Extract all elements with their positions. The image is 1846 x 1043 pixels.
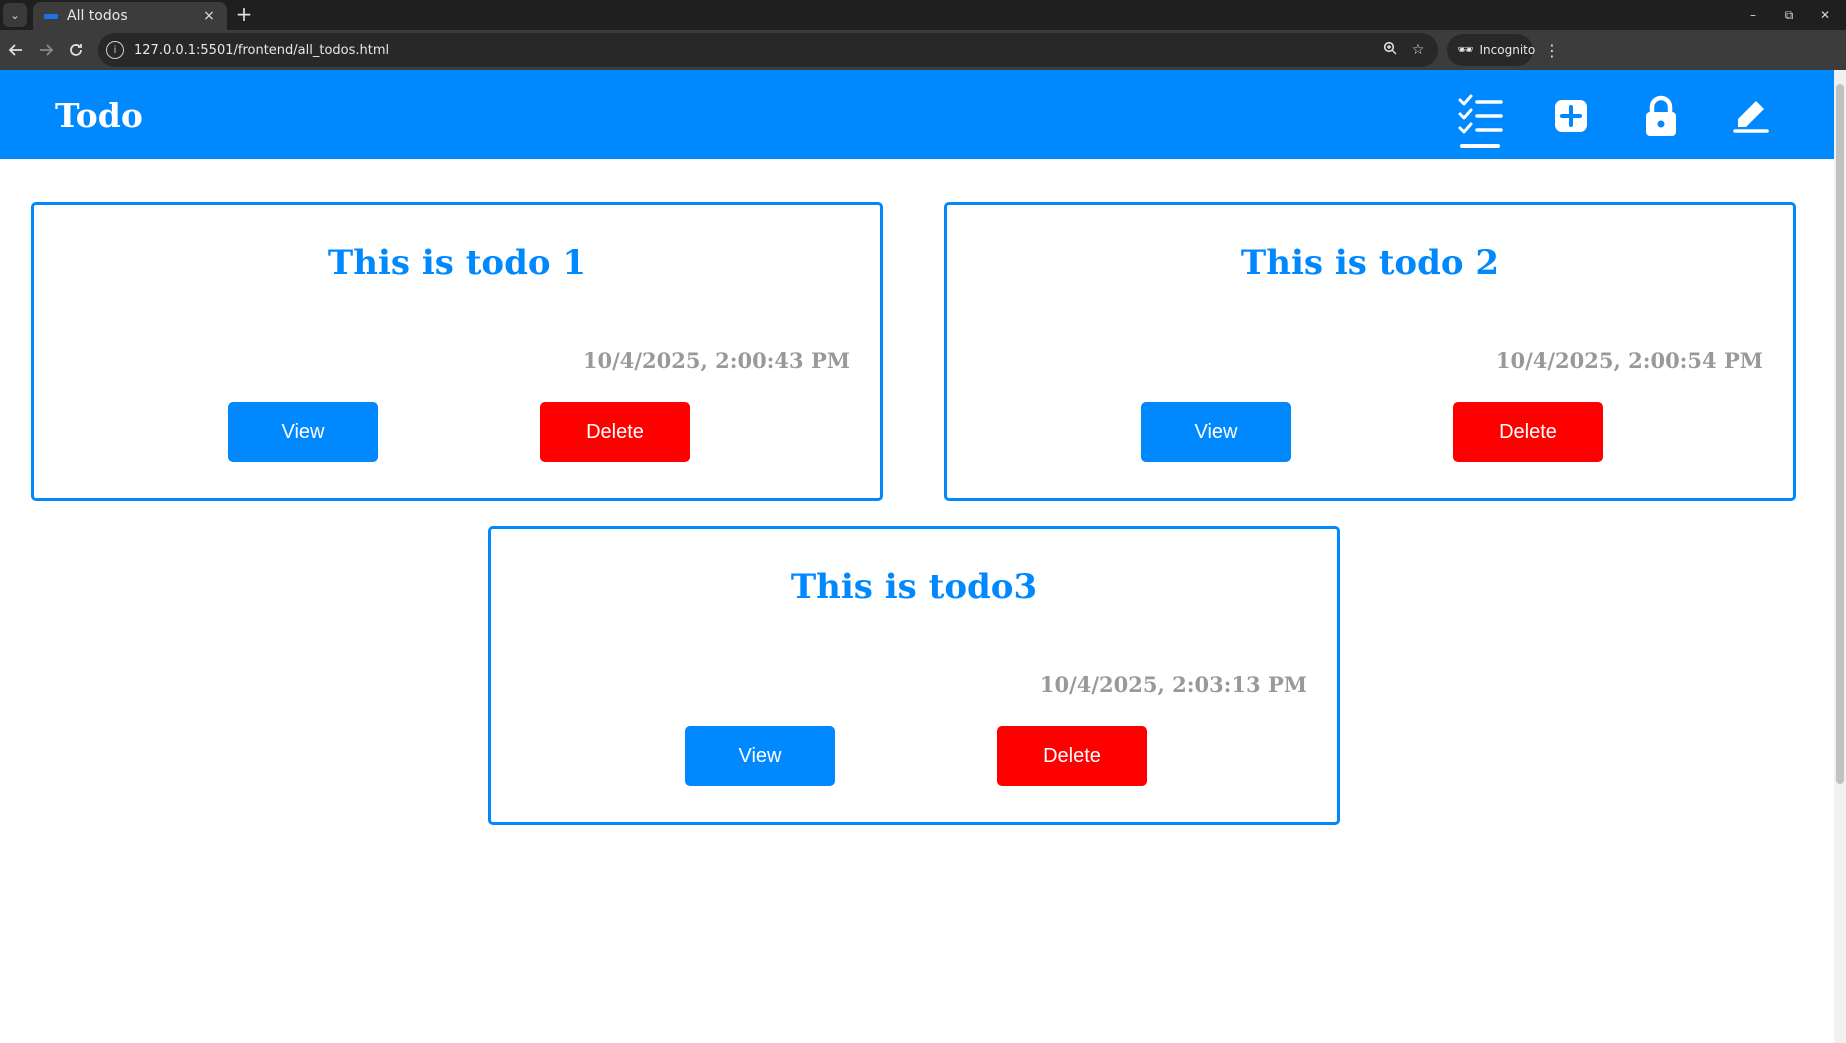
view-button[interactable]: View — [1141, 402, 1291, 462]
page-scrollbar[interactable] — [1834, 70, 1846, 1043]
page-viewport: Todo This is todo 1 10/4/2025, 2:00:43 P… — [0, 70, 1846, 1043]
view-button[interactable]: View — [228, 402, 378, 462]
delete-button[interactable]: Delete — [1453, 402, 1603, 462]
todo-title: This is todo 1 — [327, 243, 587, 283]
zoom-icon[interactable] — [1376, 41, 1404, 59]
tab-title: All todos — [67, 8, 128, 24]
address-bar[interactable]: i 127.0.0.1:5501/frontend/all_todos.html… — [98, 33, 1438, 67]
view-button[interactable]: View — [685, 726, 835, 786]
brand-title: Todo — [55, 96, 143, 135]
bookmark-star-icon[interactable]: ☆ — [1404, 42, 1432, 58]
todo-title: This is todo3 — [790, 567, 1038, 607]
nav-login[interactable] — [1633, 86, 1689, 146]
reload-icon — [70, 44, 82, 56]
forward-button[interactable] — [32, 36, 60, 64]
url-text[interactable]: 127.0.0.1:5501/frontend/all_todos.html — [134, 43, 1376, 58]
forward-arrow-icon — [40, 44, 54, 56]
pencil-icon — [1733, 101, 1769, 133]
todo-title: This is todo 2 — [1240, 243, 1500, 283]
nav-register[interactable] — [1723, 86, 1779, 146]
incognito-indicator[interactable]: 🕶 Incognito — [1447, 34, 1536, 66]
app-header: Todo — [0, 70, 1834, 159]
browser-toolbar: i 127.0.0.1:5501/frontend/all_todos.html… — [0, 30, 1846, 70]
todo-timestamp: 10/4/2025, 2:00:43 PM — [582, 348, 850, 373]
favicon-icon — [43, 8, 59, 24]
restore-button[interactable]: ⧉ — [1774, 4, 1804, 26]
scrollbar-thumb[interactable] — [1836, 84, 1844, 784]
reload-button[interactable] — [62, 36, 90, 64]
incognito-icon: 🕶 — [1457, 42, 1474, 58]
incognito-label: Incognito — [1479, 43, 1536, 57]
plus-square-icon — [1555, 100, 1587, 132]
nav-add-todo[interactable] — [1543, 86, 1599, 146]
browser-tab-strip: ⌄ All todos × + – ⧉ ✕ — [0, 0, 1846, 30]
back-arrow-icon — [8, 44, 22, 56]
todo-card: This is todo 2 10/4/2025, 2:00:54 PM Vie… — [944, 202, 1796, 501]
todo-card: This is todo3 10/4/2025, 2:03:13 PM View… — [488, 526, 1340, 825]
browser-tab[interactable]: All todos × — [33, 2, 227, 30]
delete-button[interactable]: Delete — [997, 726, 1147, 786]
site-info-icon[interactable]: i — [106, 41, 124, 59]
nav-all-todos[interactable] — [1452, 86, 1508, 148]
todo-timestamp: 10/4/2025, 2:03:13 PM — [1039, 672, 1307, 697]
lock-icon — [1646, 95, 1676, 136]
close-window-button[interactable]: ✕ — [1810, 4, 1840, 26]
todo-card: This is todo 1 10/4/2025, 2:00:43 PM Vie… — [31, 202, 883, 501]
minimize-button[interactable]: – — [1738, 4, 1768, 26]
todo-timestamp: 10/4/2025, 2:00:54 PM — [1495, 348, 1763, 373]
browser-menu-button[interactable]: ⋮ — [1538, 36, 1566, 64]
tab-close-button[interactable]: × — [201, 8, 217, 24]
tab-search-button[interactable]: ⌄ — [3, 3, 27, 27]
checklist-icon — [1458, 94, 1503, 134]
new-tab-button[interactable]: + — [232, 2, 256, 26]
back-button[interactable] — [2, 36, 30, 64]
delete-button[interactable]: Delete — [540, 402, 690, 462]
